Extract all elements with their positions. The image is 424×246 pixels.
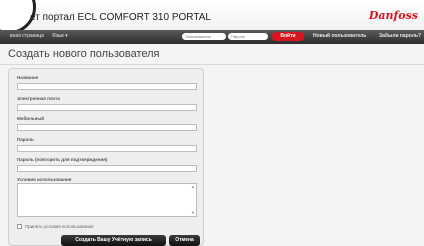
portal-title: ет портал ECL COMFORT 310 PORTAL	[30, 12, 211, 23]
password-confirm-field[interactable]	[17, 165, 197, 172]
mobile-label: Мобильный	[17, 116, 44, 121]
name-field[interactable]	[17, 83, 197, 90]
login-button[interactable]: Войти	[272, 32, 304, 41]
password-field[interactable]	[17, 145, 197, 152]
mobile-field[interactable]	[17, 124, 197, 131]
create-account-button[interactable]: Создать Вашу Учётную запись	[61, 235, 166, 246]
language-dropdown[interactable]: Язык ▾	[52, 33, 68, 39]
title-divider	[0, 64, 424, 65]
header: ет портал ECL COMFORT 310 PORTAL Danfoss	[0, 0, 424, 34]
registration-form: Название Электронная почта Мобильный Пар…	[8, 68, 204, 246]
password-confirm-label: Пароль (повторить для подтверждения)	[17, 157, 108, 162]
scroll-up-icon[interactable]: ▲	[191, 185, 195, 189]
terms-label: Условия использования	[17, 177, 72, 182]
password-label: Пароль	[17, 137, 34, 142]
cancel-button[interactable]: Отмена	[169, 235, 200, 246]
username-input[interactable]	[182, 33, 226, 40]
page-title: Создать нового пользователя	[8, 48, 160, 60]
scroll-down-icon[interactable]: ▼	[191, 211, 195, 215]
terms-textarea[interactable]: ▲ ▼	[17, 183, 197, 217]
name-label: Название	[17, 75, 39, 80]
accept-terms-checkbox[interactable]	[17, 224, 22, 229]
nav-home-link[interactable]: вная страница	[10, 33, 44, 39]
brand-logo[interactable]: Danfoss	[369, 9, 418, 22]
nav-bar: вная страница Язык ▾ Войти Новый пользов…	[0, 30, 424, 44]
email-field[interactable]	[17, 104, 197, 111]
forgot-password-link[interactable]: Забыли пароль?	[379, 33, 421, 39]
new-user-link[interactable]: Новый пользователь	[313, 33, 366, 39]
password-input[interactable]	[228, 33, 268, 40]
email-label: Электронная почта	[17, 96, 60, 101]
accept-terms-label[interactable]: Принять условия использования	[25, 224, 93, 229]
